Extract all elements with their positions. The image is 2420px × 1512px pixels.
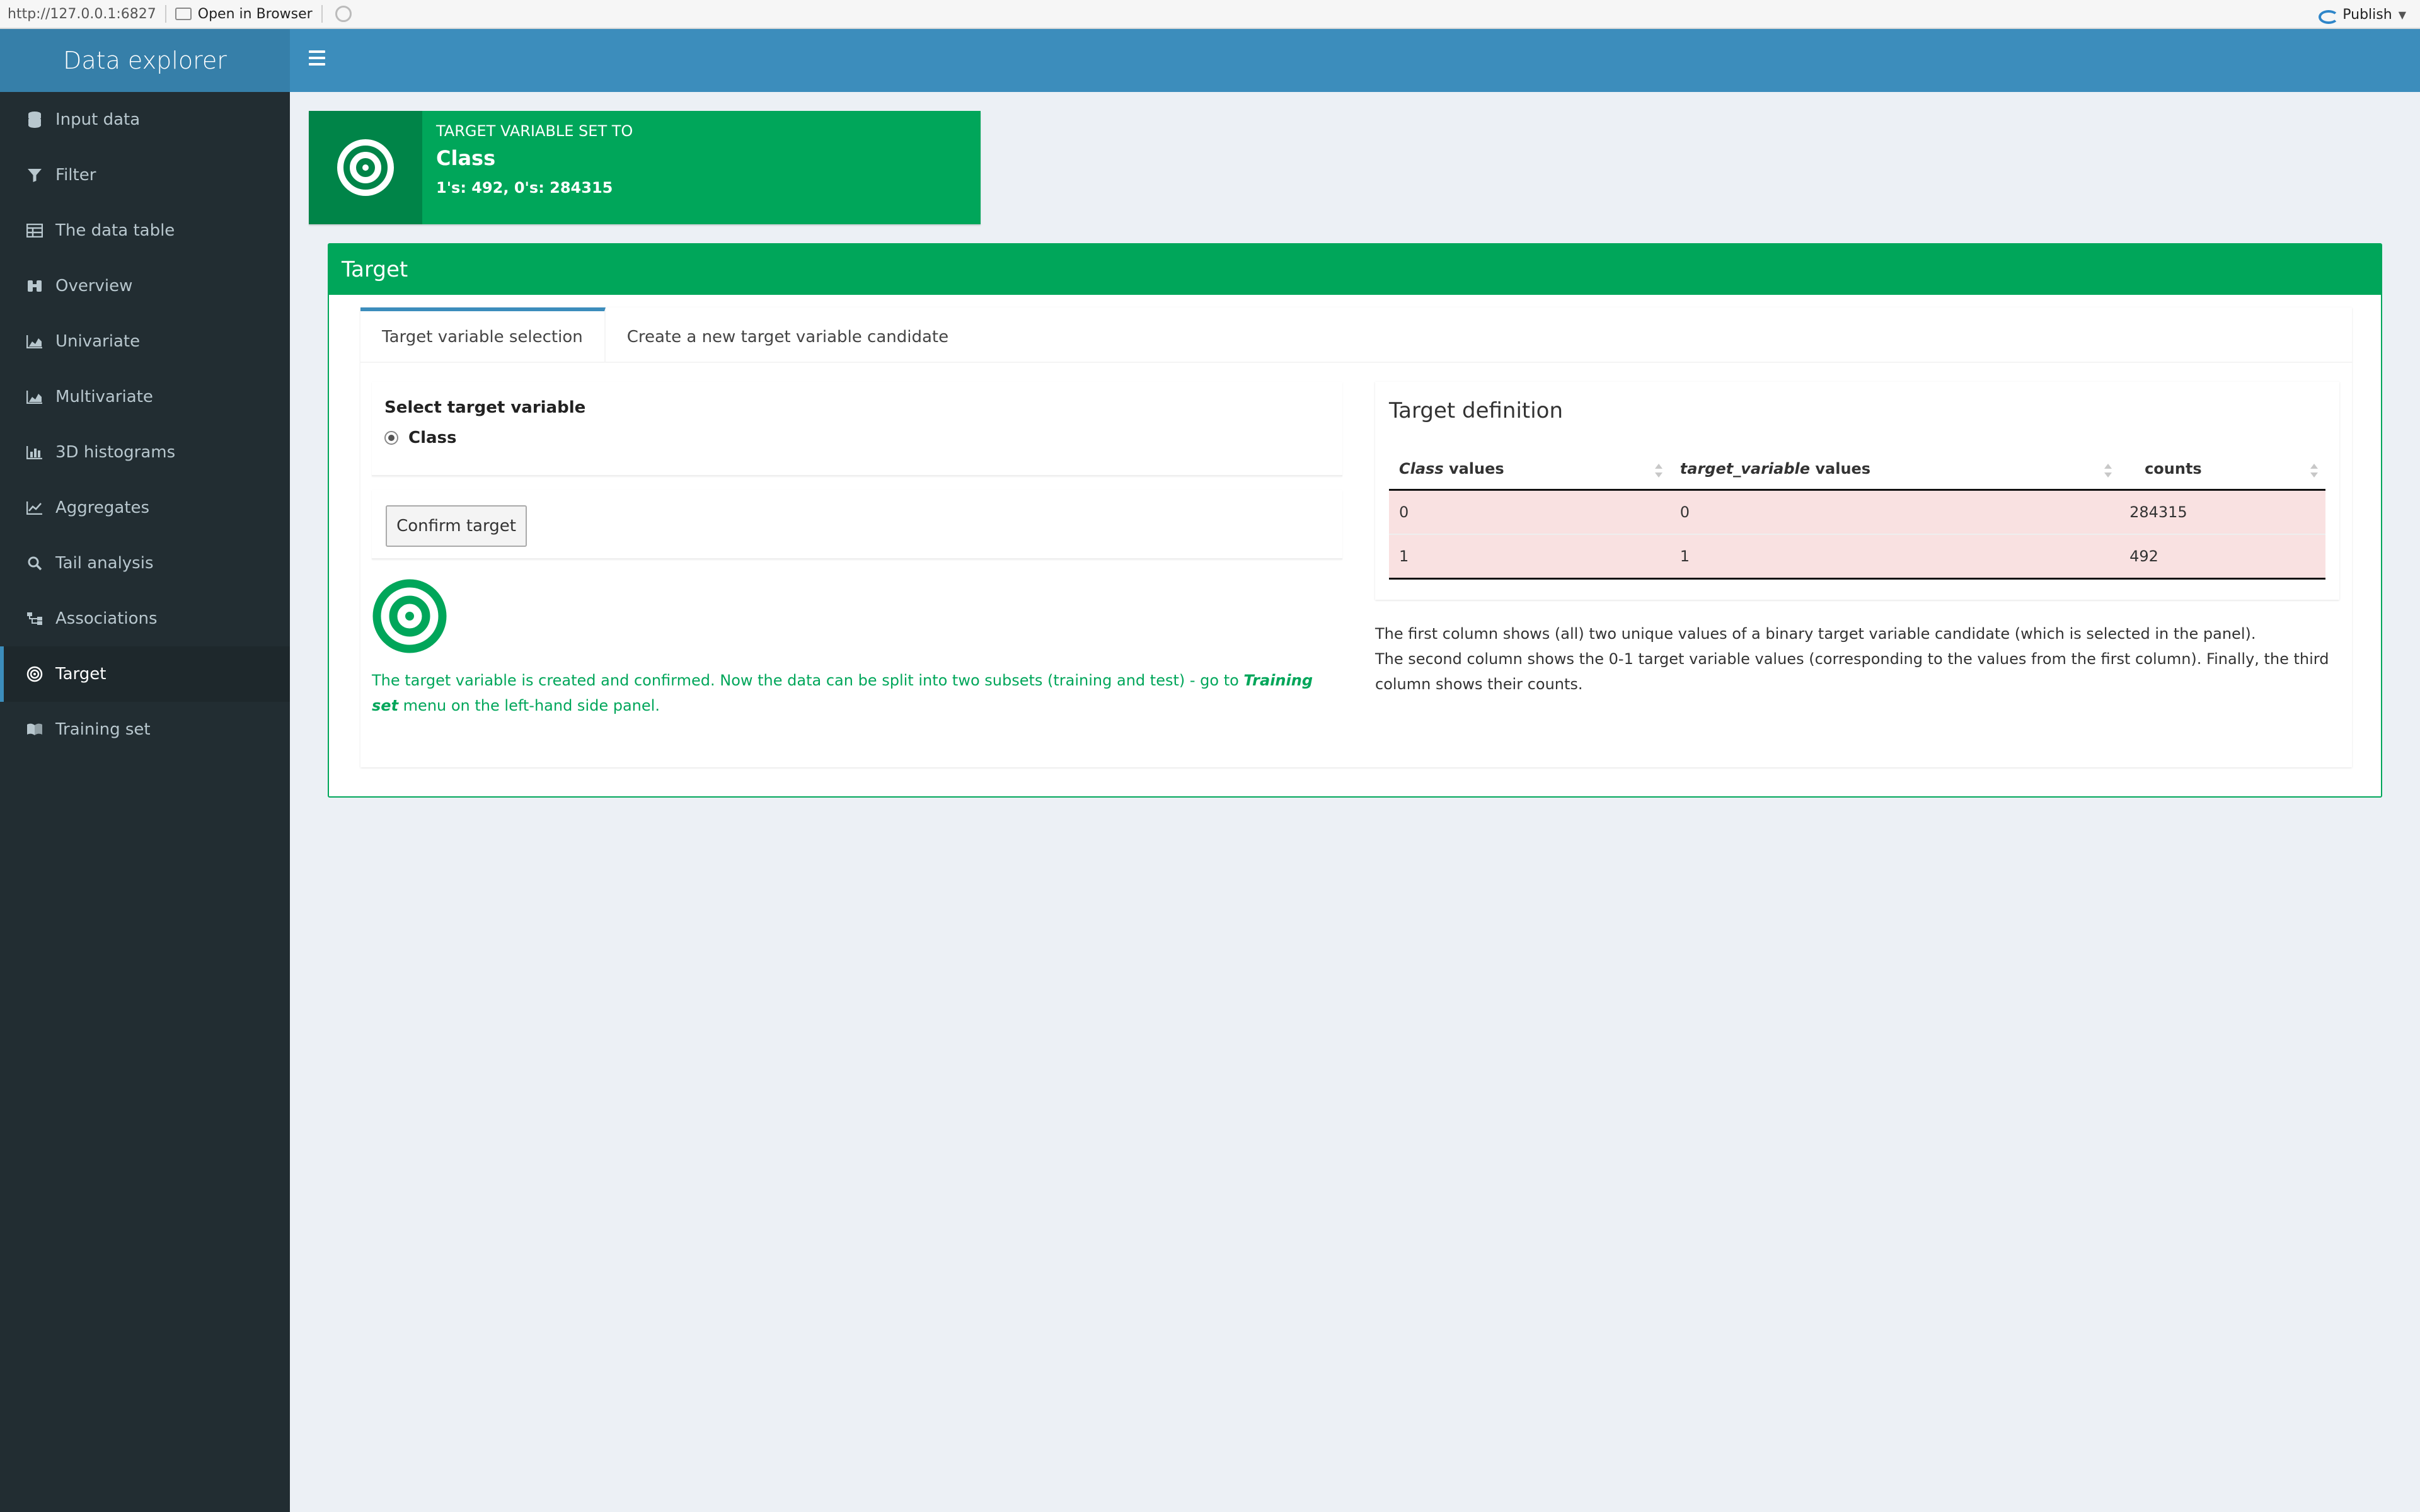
hamburger-menu-icon[interactable] [309,50,325,66]
info-box-label: TARGET VARIABLE SET TO [436,122,633,140]
target-definition-title: Target definition [1389,398,1564,423]
area-chart-icon [25,332,44,351]
target-box: Target Target variable selection Create … [328,243,2382,798]
target-definition-panel: Target definition Class values target_va… [1375,382,2339,600]
sort-icon [1654,464,1662,478]
binoculars-icon [25,277,44,295]
radio-option-label: Class [408,428,457,447]
description-line: The second column shows the 0-1 target v… [1375,650,2329,693]
sidebar-item-overview[interactable]: Overview [0,258,290,314]
sidebar-item-label: Multivariate [55,387,153,406]
select-target-label: Select target variable [384,398,586,417]
main-header: Data explorer [0,29,2420,92]
viewer-toolbar: http://127.0.0.1:6827 Open in Browser Pu… [0,0,2420,29]
refresh-icon[interactable] [335,6,352,22]
info-box-counts: 1's: 492, 0's: 284315 [436,179,613,197]
radio-button[interactable] [384,431,398,445]
sidebar-item-multivariate[interactable]: Multivariate [0,369,290,425]
app-title[interactable]: Data explorer [0,29,290,92]
table-cell: 1 [1669,534,2120,580]
search-icon [25,554,44,573]
target-tabset: Target variable selection Create a new t… [360,307,2352,767]
table-row[interactable]: 1 1 492 [1389,534,2325,580]
bullseye-icon [372,578,447,656]
target-definition-table: Class values target_variable values coun… [1389,449,2325,580]
sidebar-item-training-set[interactable]: Training set [0,702,290,757]
tab-create-target-candidate[interactable]: Create a new target variable candidate [606,307,970,363]
book-icon [25,720,44,739]
table-cell: 492 [2119,534,2325,580]
viewer-url: http://127.0.0.1:6827 [8,6,156,22]
box-title: Target [329,244,2381,295]
bar-chart-icon [25,443,44,462]
success-message: The target variable is created and confi… [372,668,1342,718]
publish-label: Publish [2342,6,2392,23]
toolbar-divider [164,5,166,23]
sort-icon [2104,464,2112,478]
open-in-browser-button[interactable]: Open in Browser [175,6,313,22]
tab-target-variable-selection[interactable]: Target variable selection [360,307,606,363]
description-line: The first column shows (all) two unique … [1375,625,2256,643]
table-header-row: Class values target_variable values coun… [1389,449,2325,491]
sidebar-item-filter[interactable]: Filter [0,147,290,203]
sidebar-item-univariate[interactable]: Univariate [0,314,290,369]
area-chart-icon [25,387,44,406]
content-area: TARGET VARIABLE SET TO Class 1's: 492, 0… [290,92,2420,1512]
select-target-panel: Select target variable Class [372,382,1342,476]
table-cell: 1 [1389,534,1670,580]
success-message-text: The target variable is created and confi… [372,672,1244,689]
table-icon [25,221,44,240]
sidebar-item-label: Training set [55,720,151,739]
target-info-box: TARGET VARIABLE SET TO Class 1's: 492, 0… [309,111,981,224]
target-definition-description: The first column shows (all) two unique … [1375,621,2339,697]
info-box-title: Class [436,146,496,170]
sidebar: Input data Filter The data table Overvie… [0,92,290,1512]
sidebar-item-label: Associations [55,609,158,628]
line-chart-icon [25,498,44,517]
success-message-text-end: menu on the left-hand side panel. [398,697,660,714]
publish-icon [2317,8,2339,24]
bullseye-icon [309,111,422,224]
sidebar-item-label: Overview [55,277,133,295]
table-cell: 0 [1389,489,1670,534]
database-icon [25,110,44,129]
sidebar-item-label: Tail analysis [55,554,154,573]
tab-bar: Target variable selection Create a new t… [360,307,2352,363]
sidebar-item-tail-analysis[interactable]: Tail analysis [0,536,290,591]
radio-option-class[interactable]: Class [384,428,1330,447]
sidebar-item-target[interactable]: Target [0,646,290,702]
sidebar-item-input-data[interactable]: Input data [0,92,290,147]
sidebar-item-label: Aggregates [55,498,150,517]
chevron-down-icon: ▼ [2398,8,2406,21]
sidebar-item-associations[interactable]: Associations [0,591,290,646]
filter-icon [25,166,44,185]
sidebar-item-label: Target [55,665,107,684]
column-header-target-values[interactable]: target_variable values [1669,449,2120,491]
publish-button[interactable]: Publish ▼ [2317,0,2406,29]
toolbar-divider [321,5,323,23]
sidebar-item-aggregates[interactable]: Aggregates [0,480,290,536]
confirm-target-button[interactable]: Confirm target [386,505,527,547]
bullseye-icon [25,665,44,684]
sitemap-icon [25,609,44,628]
table-row[interactable]: 0 0 284315 [1389,489,2325,534]
sidebar-item-label: Input data [55,110,141,129]
table-cell: 0 [1669,489,2120,534]
sidebar-item-label: 3D histograms [55,443,176,462]
open-in-browser-label: Open in Browser [197,6,313,22]
sidebar-item-data-table[interactable]: The data table [0,203,290,258]
column-header-counts[interactable]: counts [2119,449,2325,491]
sidebar-item-label: The data table [55,221,175,240]
sort-icon [2310,464,2318,478]
table-cell: 284315 [2119,489,2325,534]
column-header-class-values[interactable]: Class values [1389,449,1670,491]
sidebar-item-3d-histograms[interactable]: 3D histograms [0,425,290,480]
sidebar-item-label: Univariate [55,332,141,351]
sidebar-item-label: Filter [55,166,96,185]
browser-icon [175,8,192,20]
